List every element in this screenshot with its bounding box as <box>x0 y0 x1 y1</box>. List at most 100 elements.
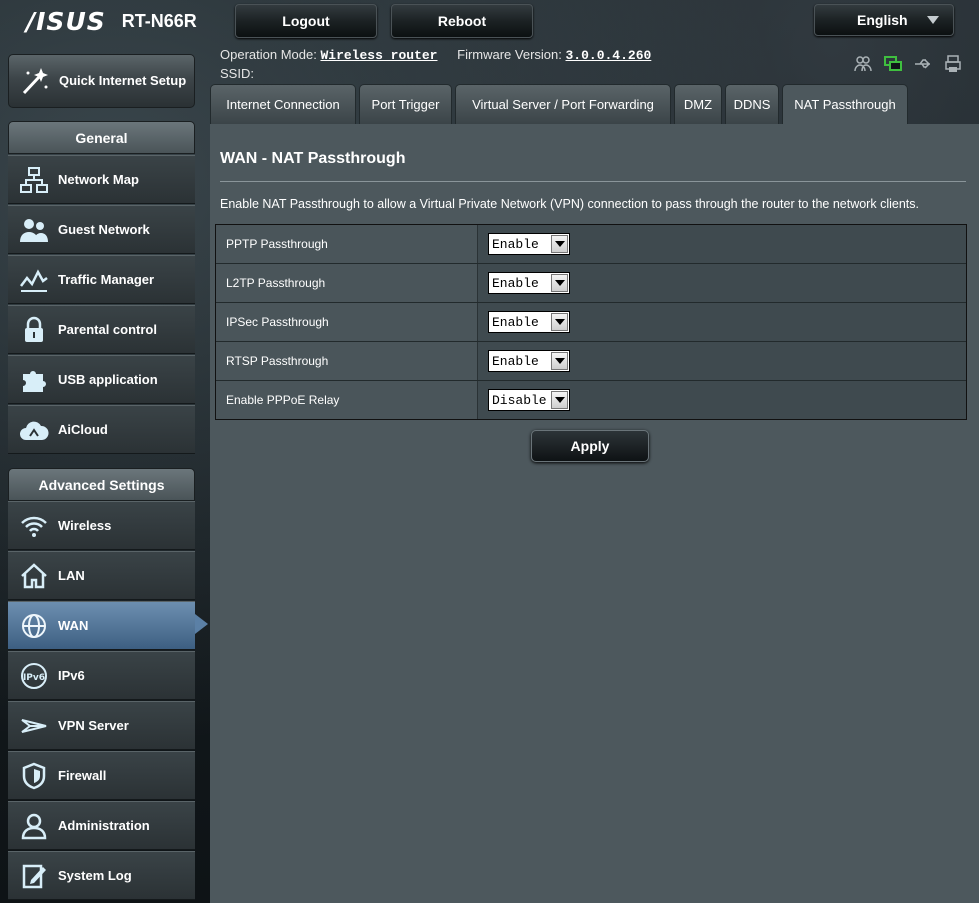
general-heading: General <box>8 121 195 154</box>
internet-status-icon[interactable] <box>883 54 903 74</box>
sidebar-item-label: Traffic Manager <box>58 272 155 287</box>
settings-table: PPTP Passthrough Enable L2TP Passthrough… <box>215 224 967 420</box>
select-value: Disable <box>492 392 547 408</box>
sidebar-item-administration[interactable]: Administration <box>8 801 195 850</box>
brand-logo: /ISUS RT-N66R <box>26 6 197 36</box>
chevron-down-icon <box>927 16 939 24</box>
ipv6-icon: IPv6 <box>14 660 54 692</box>
select-value: Enable <box>492 275 539 291</box>
svg-text:IPv6: IPv6 <box>23 673 45 683</box>
ipsec-passthrough-select[interactable]: Enable <box>488 311 570 333</box>
sidebar-item-ipv6[interactable]: IPv6 IPv6 <box>8 651 195 700</box>
chevron-down-icon <box>551 313 568 331</box>
puzzle-icon <box>14 364 54 396</box>
vpn-icon <box>14 710 54 742</box>
tab-virtual-server[interactable]: Virtual Server / Port Forwarding <box>455 84 671 124</box>
chevron-down-icon <box>551 235 568 253</box>
l2tp-passthrough-select[interactable]: Enable <box>488 272 570 294</box>
chevron-down-icon <box>551 352 568 370</box>
sidebar-item-label: Guest Network <box>58 222 150 237</box>
guest-network-icon <box>14 214 54 246</box>
title-divider <box>220 181 966 182</box>
tab-internet-connection[interactable]: Internet Connection <box>210 84 356 124</box>
select-value: Enable <box>492 314 539 330</box>
status-line: Operation Mode: Wireless router Firmware… <box>220 47 651 63</box>
sidebar-item-usb-application[interactable]: USB application <box>8 355 195 404</box>
sidebar-item-wan[interactable]: WAN <box>8 601 195 650</box>
traffic-manager-icon <box>14 264 54 296</box>
content-panel: WAN - NAT Passthrough Enable NAT Passthr… <box>210 124 979 903</box>
chevron-down-icon <box>551 391 568 409</box>
setting-row-rtsp: RTSP Passthrough Enable <box>216 342 966 381</box>
quick-setup-label: Quick Internet Setup <box>59 73 187 88</box>
setting-row-ipsec: IPSec Passthrough Enable <box>216 303 966 342</box>
sidebar-item-label: Network Map <box>58 172 139 187</box>
fw-label: Firmware Version: <box>457 47 562 62</box>
sidebar-item-system-log[interactable]: System Log <box>8 851 195 900</box>
sidebar-item-wireless[interactable]: Wireless <box>8 501 195 550</box>
setting-label: RTSP Passthrough <box>216 342 478 380</box>
cloud-icon <box>14 414 54 446</box>
page-title: WAN - NAT Passthrough <box>220 150 406 167</box>
brand-name: /ISUS <box>26 6 106 36</box>
setting-label: PPTP Passthrough <box>216 225 478 263</box>
sidebar-item-parental-control[interactable]: Parental control <box>8 305 195 354</box>
sidebar-item-label: VPN Server <box>58 718 129 733</box>
sidebar-item-label: LAN <box>58 568 85 583</box>
admin-icon <box>14 810 54 842</box>
globe-icon <box>14 610 54 642</box>
sidebar-item-aicloud[interactable]: AiCloud <box>8 405 195 454</box>
setting-label: Enable PPPoE Relay <box>216 381 478 419</box>
ssid-label: SSID: <box>220 66 254 81</box>
tab-dmz[interactable]: DMZ <box>674 84 722 124</box>
rtsp-passthrough-select[interactable]: Enable <box>488 350 570 372</box>
setting-row-l2tp: L2TP Passthrough Enable <box>216 264 966 303</box>
setting-label: L2TP Passthrough <box>216 264 478 302</box>
page-description: Enable NAT Passthrough to allow a Virtua… <box>220 197 919 211</box>
shield-icon <box>14 760 54 792</box>
setting-row-pppoe-relay: Enable PPPoE Relay Disable <box>216 381 966 419</box>
status-icons <box>853 54 963 74</box>
sidebar-item-traffic-manager[interactable]: Traffic Manager <box>8 255 195 304</box>
sidebar-item-lan[interactable]: LAN <box>8 551 195 600</box>
log-icon <box>14 860 54 892</box>
wifi-icon <box>14 510 54 542</box>
setting-label: IPSec Passthrough <box>216 303 478 341</box>
op-mode-link[interactable]: Wireless router <box>320 48 437 63</box>
clients-icon[interactable] <box>853 54 873 74</box>
usb-icon[interactable] <box>913 54 933 74</box>
pppoe-relay-select[interactable]: Disable <box>488 389 570 411</box>
firmware-link[interactable]: 3.0.0.4.260 <box>566 48 652 63</box>
sidebar-item-vpn-server[interactable]: VPN Server <box>8 701 195 750</box>
apply-button[interactable]: Apply <box>531 430 649 462</box>
op-mode-label: Operation Mode: <box>220 47 317 62</box>
network-map-icon <box>14 164 54 196</box>
sidebar-item-label: Administration <box>58 818 150 833</box>
model-name: RT-N66R <box>121 10 197 31</box>
tab-port-trigger[interactable]: Port Trigger <box>359 84 452 124</box>
tab-ddns[interactable]: DDNS <box>725 84 779 124</box>
select-value: Enable <box>492 236 539 252</box>
select-value: Enable <box>492 353 539 369</box>
advanced-settings-heading: Advanced Settings <box>8 468 195 501</box>
lock-icon <box>14 314 54 346</box>
sidebar-item-firewall[interactable]: Firewall <box>8 751 195 800</box>
sidebar-item-label: IPv6 <box>58 668 85 683</box>
sidebar-item-label: Wireless <box>58 518 112 533</box>
tab-nat-passthrough[interactable]: NAT Passthrough <box>782 84 908 124</box>
reboot-button[interactable]: Reboot <box>391 4 533 38</box>
home-icon <box>14 560 54 592</box>
language-select[interactable]: English <box>814 4 954 36</box>
printer-icon[interactable] <box>943 54 963 74</box>
magic-wand-icon <box>15 65 55 97</box>
logout-button[interactable]: Logout <box>235 4 377 38</box>
sidebar-item-network-map[interactable]: Network Map <box>8 155 195 204</box>
setting-row-pptp: PPTP Passthrough Enable <box>216 225 966 264</box>
quick-internet-setup-button[interactable]: Quick Internet Setup <box>8 54 195 108</box>
active-item-pointer <box>195 614 208 634</box>
pptp-passthrough-select[interactable]: Enable <box>488 233 570 255</box>
sidebar-item-guest-network[interactable]: Guest Network <box>8 205 195 254</box>
sidebar-item-label: Firewall <box>58 768 107 783</box>
language-label: English <box>857 12 908 28</box>
sidebar-item-label: System Log <box>58 868 132 883</box>
